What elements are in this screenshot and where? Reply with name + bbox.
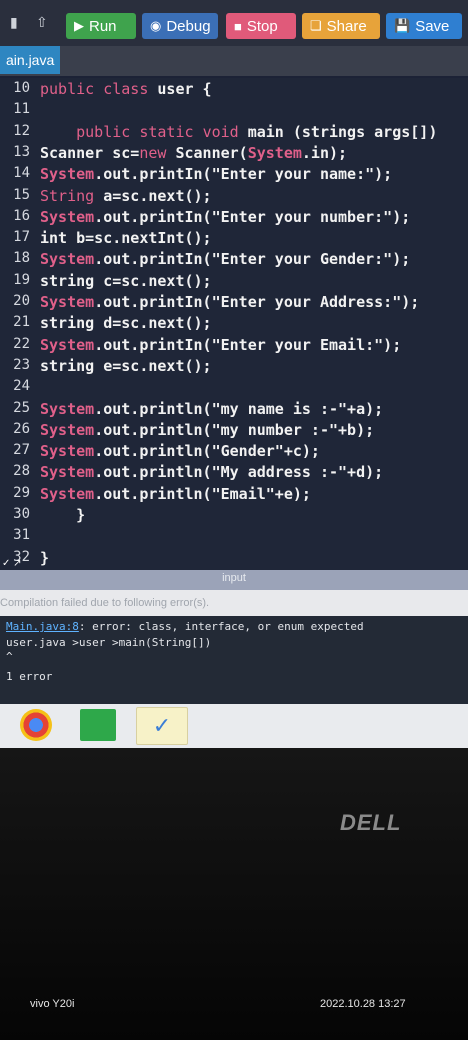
line-number: 16 xyxy=(13,207,30,224)
file-icon[interactable]: ▮ xyxy=(10,14,18,31)
stop-label: Stop xyxy=(246,17,278,35)
code-line[interactable]: System.out.println("Gender"+c); xyxy=(40,442,320,460)
code-line[interactable]: System.out.printIn("Enter your Email:"); xyxy=(40,336,401,354)
photo-timestamp: 2022.10.28 13:27 xyxy=(320,998,406,1010)
camera-label: vivo Y20i xyxy=(30,998,75,1010)
run-label: Run xyxy=(89,17,117,35)
code-line[interactable]: System.out.printIn("Enter your name:"); xyxy=(40,165,392,183)
line-number: 28 xyxy=(13,463,30,480)
brand-logo: DELL xyxy=(340,810,402,835)
share-icon: ❏ xyxy=(310,18,322,33)
code-line[interactable]: System.out.printIn("Enter your number:")… xyxy=(40,208,410,226)
line-number: 25 xyxy=(13,399,30,416)
toolbar: ▮ ⇧ ▶ Run ◉ Debug ■ Stop ❏ Share 💾 Save xyxy=(0,0,468,46)
line-number: 15 xyxy=(13,186,30,203)
line-number: 12 xyxy=(13,122,30,139)
play-icon: ▶ xyxy=(74,18,84,33)
debug-label: Debug xyxy=(166,17,211,35)
line-number: 13 xyxy=(13,143,30,160)
error-message: : error: class, interface, or enum expec… xyxy=(78,620,364,633)
code-line[interactable]: System.out.printIn("Enter your Gender:")… xyxy=(40,250,410,268)
chrome-icon[interactable] xyxy=(20,709,52,741)
line-number: 20 xyxy=(13,293,30,309)
stop-icon: ■ xyxy=(234,18,242,34)
checkmark-icon[interactable]: ✓ xyxy=(136,707,188,745)
compile-status: Compilation failed due to following erro… xyxy=(0,590,468,616)
stop-button[interactable]: ■ Stop xyxy=(226,13,296,39)
collapse-icon[interactable]: ✓ ↗ xyxy=(2,558,22,569)
file-tab[interactable]: ain.java xyxy=(0,46,61,74)
code-line[interactable]: } xyxy=(40,549,49,567)
line-number: 21 xyxy=(13,314,30,331)
output-console: Main.java:8: error: class, interface, or… xyxy=(0,616,468,704)
store-icon[interactable] xyxy=(80,709,116,741)
line-number: 11 xyxy=(13,101,30,118)
share-label: Share xyxy=(326,17,367,35)
line-number: 29 xyxy=(13,484,30,501)
error-line: Main.java:8: error: class, interface, or… xyxy=(6,620,364,633)
error-trace: user.java >user >main(String[]) xyxy=(6,636,212,649)
code-line[interactable]: System.out.println("my name is :-"+a); xyxy=(40,400,383,418)
line-number: 14 xyxy=(13,165,30,182)
line-number: 31 xyxy=(13,527,30,544)
code-line[interactable]: string e=sc.next(); xyxy=(40,357,212,375)
line-number: 27 xyxy=(13,442,30,459)
screen: ▮ ⇧ ▶ Run ◉ Debug ■ Stop ❏ Share 💾 Save … xyxy=(0,0,468,748)
code-line[interactable]: Scanner sc=new Scanner(System.in); xyxy=(40,144,347,162)
run-button[interactable]: ▶ Run xyxy=(66,13,136,39)
debug-button[interactable]: ◉ Debug xyxy=(142,13,218,39)
code-line[interactable]: System.out.println("Email"+e); xyxy=(40,485,311,503)
input-tab-label[interactable]: input xyxy=(0,572,468,584)
line-number: 22 xyxy=(13,335,30,352)
line-number: 24 xyxy=(13,378,30,395)
share-button[interactable]: ❏ Share xyxy=(302,13,380,39)
code-line[interactable]: string c=sc.next(); xyxy=(40,272,212,290)
line-number: 10 xyxy=(13,80,30,96)
error-link[interactable]: Main.java:8 xyxy=(6,620,79,633)
tab-bar xyxy=(0,46,468,76)
line-number: 19 xyxy=(13,271,30,288)
code-line[interactable]: public class user { xyxy=(40,80,212,98)
upload-icon[interactable]: ⇧ xyxy=(36,14,48,31)
save-button[interactable]: 💾 Save xyxy=(386,13,462,39)
debug-icon: ◉ xyxy=(150,18,162,33)
code-line[interactable]: int b=sc.nextInt(); xyxy=(40,229,212,247)
code-line[interactable]: System.out.println("My address :-"+d); xyxy=(40,463,383,481)
taskbar: ✓ xyxy=(0,704,468,748)
error-summary: 1 error xyxy=(6,670,53,683)
error-caret: ^ xyxy=(6,650,13,663)
line-number: 17 xyxy=(13,229,30,246)
code-line[interactable]: string d=sc.next(); xyxy=(40,314,212,332)
line-number: 18 xyxy=(13,250,30,267)
save-icon: 💾 xyxy=(394,18,411,33)
laptop-bezel xyxy=(0,748,468,1040)
code-editor[interactable]: 10 public class user { 11 12 public static … xyxy=(0,78,468,570)
code-line[interactable]: public static void main (strings args[]) xyxy=(40,123,437,141)
save-label: Save xyxy=(415,17,450,35)
code-line[interactable]: String a=sc.next(); xyxy=(40,187,212,205)
code-line[interactable]: } xyxy=(40,506,85,524)
line-number: 30 xyxy=(13,506,30,522)
code-line[interactable]: System.out.printIn("Enter your Address:"… xyxy=(40,293,419,311)
code-line[interactable]: System.out.println("my number :-"+b); xyxy=(40,421,374,439)
line-number: 23 xyxy=(13,356,30,373)
line-number: 26 xyxy=(13,420,30,437)
